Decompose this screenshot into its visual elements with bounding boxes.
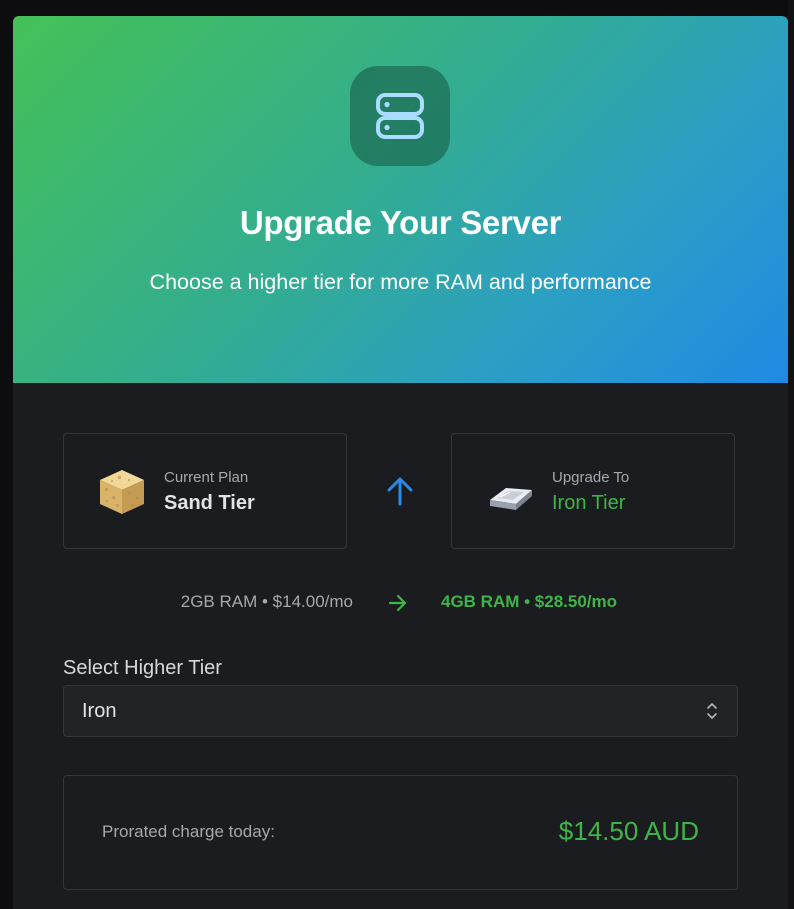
arrow-right-icon [388, 594, 407, 612]
upgrade-plan-name: Iron Tier [552, 492, 626, 514]
current-plan-specs: 2GB RAM • $14.00/mo [180, 592, 353, 611]
current-plan-label: Current Plan [164, 469, 249, 486]
upgrade-plan-card: Upgrade To Iron Tier [451, 433, 735, 549]
iron-ingot-icon [490, 488, 532, 510]
modal-subtitle: Choose a higher tier for more RAM and pe… [149, 270, 652, 294]
current-plan-name: Sand Tier [164, 492, 255, 514]
modal-title: Upgrade Your Server [239, 204, 562, 241]
current-plan-card: Current Plan Sand Tier [63, 433, 347, 549]
prorated-charge-amount: $14.50 AUD [558, 816, 699, 846]
upgrade-plan-specs: 4GB RAM • $28.50/mo [441, 592, 618, 611]
prorated-charge-panel: Prorated charge today: $14.50 AUD [63, 775, 738, 890]
backdrop-panel [788, 0, 794, 909]
tier-select-value: Iron [82, 700, 117, 722]
upgrade-plan-label: Upgrade To [552, 469, 630, 486]
chevron-up-down-icon [707, 703, 717, 719]
prorated-charge-label: Prorated charge today: [102, 822, 275, 841]
tier-select-label: Select Higher Tier [63, 657, 222, 679]
server-icon [350, 66, 450, 166]
modal-header: Upgrade Your Server Choose a higher tier… [13, 16, 788, 383]
upgrade-server-modal: Upgrade Your Server Choose a higher tier… [13, 16, 788, 909]
sand-block-icon [100, 470, 144, 514]
tier-select[interactable]: Iron [63, 685, 738, 737]
arrow-up-icon [387, 477, 413, 506]
